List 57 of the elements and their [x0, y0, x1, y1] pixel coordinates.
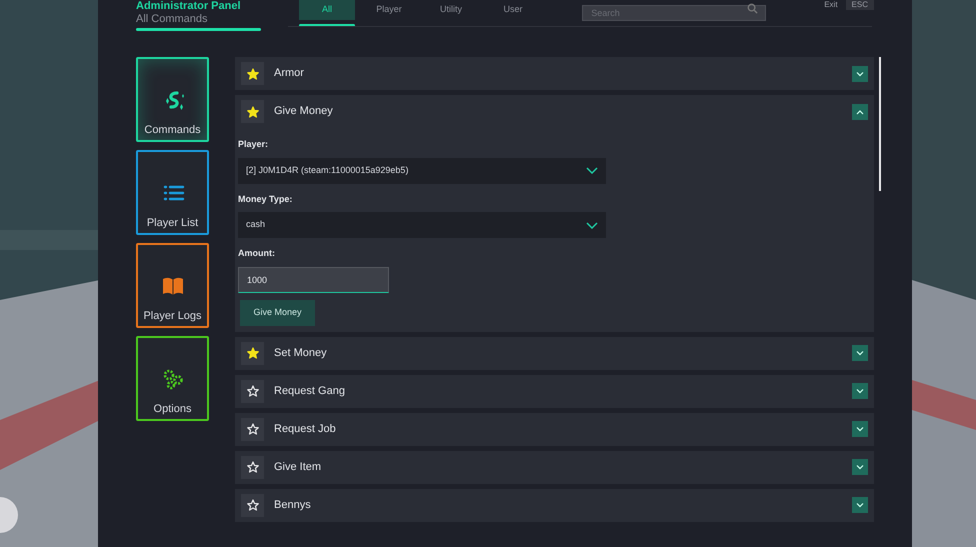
filled-star-icon	[246, 106, 258, 118]
expand-toggle[interactable]	[852, 104, 868, 120]
favorite-toggle[interactable]	[241, 494, 264, 516]
favorite-toggle[interactable]	[241, 62, 264, 85]
search-icon	[747, 3, 758, 14]
expand-toggle[interactable]	[852, 497, 868, 513]
chevron-down-icon	[856, 70, 864, 76]
field-label: Amount:	[238, 247, 276, 260]
command-name: Set Money	[274, 346, 327, 361]
sidebar-item[interactable]: Player List	[136, 150, 209, 235]
chevron-up-icon	[856, 108, 864, 114]
command-name: Give Item	[274, 460, 322, 475]
sidebar-item[interactable]: Player Logs	[136, 243, 209, 328]
chevron-down-icon	[856, 350, 864, 356]
chevron-down-icon	[856, 388, 864, 394]
field-label: Player:	[238, 138, 270, 151]
chevron-down-icon	[586, 167, 598, 174]
expand-toggle[interactable]	[852, 66, 868, 82]
tab[interactable]: User	[485, 0, 541, 20]
command-name: Give Money	[274, 104, 333, 120]
panel-title: Administrator Panel	[136, 0, 242, 12]
field-label: Money Type:	[238, 192, 294, 206]
expand-toggle[interactable]	[852, 345, 868, 361]
expand-toggle[interactable]	[852, 459, 868, 475]
tab[interactable]: Player	[361, 0, 417, 20]
escape-button[interactable]: ESC	[846, 0, 874, 10]
favorite-toggle[interactable]	[241, 380, 264, 402]
favorite-toggle[interactable]	[241, 456, 264, 478]
expand-toggle[interactable]	[852, 383, 868, 399]
expand-toggle[interactable]	[852, 421, 868, 437]
filled-star-icon	[246, 68, 258, 80]
command-name: Bennys	[274, 498, 311, 513]
sidebar-item[interactable]: Commands	[136, 57, 209, 142]
submit-button[interactable]: Give Money	[240, 300, 315, 326]
star-outline-icon	[246, 461, 258, 473]
favorite-toggle[interactable]	[241, 418, 264, 440]
filled-star-icon	[246, 347, 258, 359]
tab[interactable]: All	[299, 0, 355, 20]
tab[interactable]: Utility	[423, 0, 479, 20]
command-name: Armor	[274, 66, 304, 82]
dropdown[interactable]: cash	[238, 212, 606, 238]
chevron-down-icon	[856, 426, 864, 432]
star-outline-icon	[246, 423, 258, 435]
amount-field[interactable]: 1000	[238, 266, 389, 292]
sidebar-item[interactable]: Options	[136, 336, 209, 421]
chevron-down-icon	[856, 464, 864, 470]
chevron-down-icon	[586, 222, 598, 228]
dropdown[interactable]: [2] J0M1D4R (steam:11000015a929eb5)	[238, 158, 606, 184]
favorite-toggle[interactable]	[241, 100, 264, 123]
star-outline-icon	[246, 499, 258, 511]
command-name: Request Job	[274, 422, 336, 437]
exit-button[interactable]: Exit	[818, 0, 844, 10]
command-name: Request Gang	[274, 384, 345, 399]
chevron-down-icon	[856, 502, 864, 508]
favorite-toggle[interactable]	[241, 342, 264, 364]
star-outline-icon	[246, 385, 258, 397]
panel-subtitle: All Commands	[136, 12, 209, 26]
